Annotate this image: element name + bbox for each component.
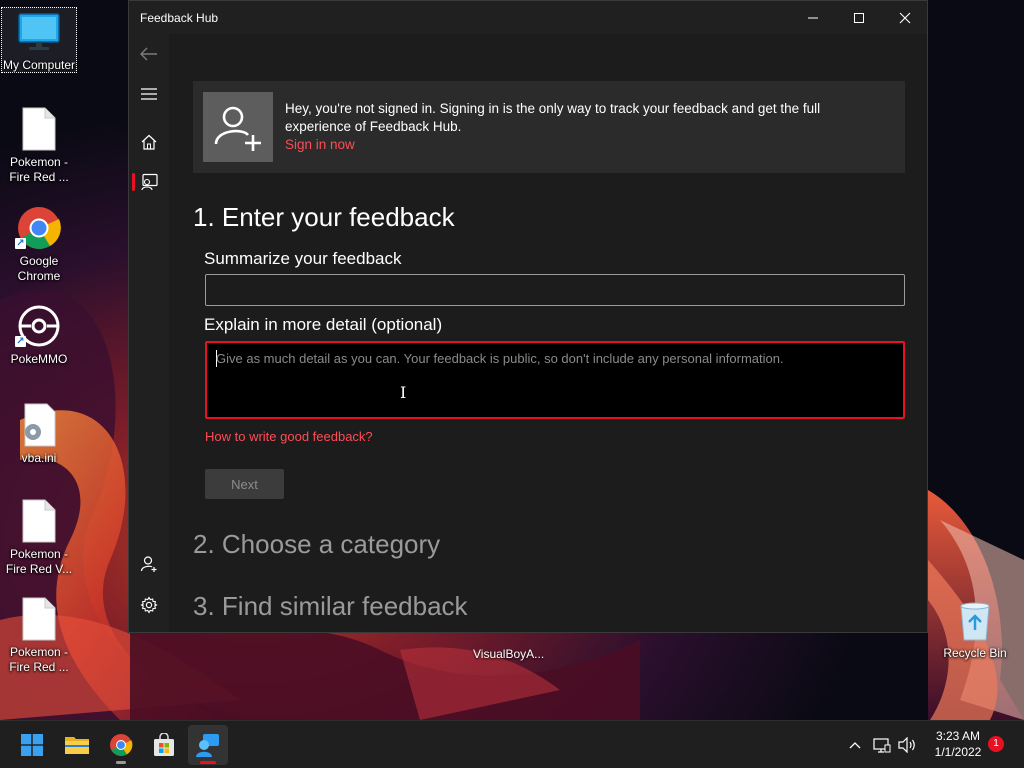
running-indicator (116, 761, 126, 764)
add-person-avatar-icon (203, 92, 273, 162)
feedback-icon (141, 173, 158, 191)
network-button[interactable] (872, 735, 892, 755)
add-user-icon (140, 556, 157, 572)
taskbar-file-explorer[interactable] (57, 725, 97, 765)
folder-icon (65, 737, 89, 754)
minimize-icon (808, 17, 818, 18)
maximize-icon (854, 12, 864, 23)
back-button[interactable] (129, 36, 169, 72)
summary-label: Summarize your feedback (204, 249, 402, 268)
titlebar[interactable]: Feedback Hub (129, 1, 927, 34)
notification-badge[interactable]: 1 (988, 736, 1004, 752)
monitor-icon (2, 8, 76, 56)
navigation-rail (129, 34, 169, 632)
next-button[interactable]: Next (205, 469, 284, 499)
desktop-icon-google-chrome[interactable]: ↗ Google Chrome (1, 204, 77, 284)
desktop-icon-label: Pokemon - Fire Red ... (9, 645, 69, 674)
speaker-icon (898, 737, 915, 753)
detail-placeholder: Give as much detail as you can. Your fee… (216, 351, 784, 366)
desktop-icon-my-computer[interactable]: My Computer (1, 7, 77, 73)
taskbar-chrome[interactable] (101, 725, 141, 765)
taskbar (0, 720, 1024, 768)
summary-input[interactable] (205, 274, 905, 306)
detail-label: Explain in more detail (optional) (204, 315, 443, 334)
desktop-icon-pokemon-fire-red-1[interactable]: Pokemon - Fire Red ... (1, 105, 77, 185)
volume-button[interactable] (897, 735, 917, 755)
clock-date: 1/1/2022 (934, 745, 982, 759)
window-title: Feedback Hub (140, 11, 219, 25)
chrome-icon (110, 734, 133, 756)
recycle-bin-icon (937, 596, 1013, 644)
desktop-icon-label: PokeMMO (10, 352, 68, 366)
close-button[interactable] (882, 1, 927, 34)
taskbar-store[interactable] (144, 725, 184, 765)
ibeam-cursor-icon: I (400, 383, 407, 402)
settings-file-icon (1, 401, 77, 449)
help-link[interactable]: How to write good feedback? (205, 429, 373, 444)
pokeball-icon: ↗ (1, 302, 77, 350)
desktop-icon-label: vba.ini (21, 451, 57, 465)
windows-logo-icon (21, 734, 43, 756)
hamburger-menu-button[interactable] (129, 76, 169, 112)
desktop-icon-label: Google Chrome (17, 254, 61, 283)
network-icon (873, 738, 891, 753)
nav-feedback[interactable] (129, 164, 169, 200)
desktop-icon-vba-ini[interactable]: vba.ini (1, 401, 77, 466)
running-indicator (200, 761, 216, 764)
desktop-icon-label: My Computer (2, 58, 76, 72)
feedback-content: Hey, you're not signed in. Signing in is… (169, 34, 927, 632)
shortcut-arrow-icon: ↗ (15, 238, 26, 249)
desktop-icon-pokemon-fire-red-v[interactable]: Pokemon - Fire Red V... (1, 497, 77, 577)
step3-heading[interactable]: 3. Find similar feedback (193, 591, 468, 622)
home-icon (141, 134, 157, 150)
signin-link[interactable]: Sign in now (285, 137, 355, 152)
desktop-icon-label: Pokemon - Fire Red V... (5, 547, 73, 576)
desktop-icon-label: Pokemon - Fire Red ... (9, 155, 69, 184)
chevron-up-icon (849, 742, 861, 749)
nav-home[interactable] (129, 124, 169, 160)
store-icon (154, 733, 174, 756)
taskbar-feedback-hub[interactable] (188, 725, 228, 765)
desktop-icon-label: Recycle Bin (943, 646, 1007, 660)
gear-icon (140, 596, 158, 614)
step2-heading[interactable]: 2. Choose a category (193, 529, 440, 560)
hamburger-icon (141, 88, 157, 100)
close-icon (899, 12, 911, 23)
shortcut-arrow-icon: ↗ (15, 336, 26, 347)
show-hidden-icons-button[interactable] (845, 735, 865, 755)
minimize-button[interactable] (790, 1, 836, 34)
step1-heading: 1. Enter your feedback (193, 202, 455, 232)
taskbar-clock[interactable]: 3:23 AM 1/1/2022 (928, 728, 988, 760)
maximize-button[interactable] (836, 1, 882, 34)
start-button[interactable] (12, 725, 52, 765)
signin-banner: Hey, you're not signed in. Signing in is… (193, 81, 905, 173)
back-arrow-icon (140, 47, 157, 61)
nav-account[interactable] (129, 546, 169, 582)
desktop-label-visualboy[interactable]: VisualBoyA... (473, 647, 544, 661)
file-icon (1, 105, 77, 153)
file-icon (1, 595, 77, 643)
desktop-icon-pokemon-fire-red-2[interactable]: Pokemon - Fire Red ... (1, 595, 77, 675)
desktop-icon-recycle-bin[interactable]: Recycle Bin (937, 596, 1013, 661)
feedback-hub-window: Feedback Hub Hey, you're not signed in. … (128, 0, 928, 633)
signin-message: Hey, you're not signed in. Signing in is… (285, 101, 821, 134)
file-icon (1, 497, 77, 545)
detail-textarea[interactable]: Give as much detail as you can. Your fee… (205, 341, 905, 419)
chrome-icon: ↗ (1, 204, 77, 252)
clock-time: 3:23 AM (935, 729, 981, 743)
desktop-icon-pokemmo[interactable]: ↗ PokeMMO (1, 302, 77, 367)
feedback-hub-icon (196, 734, 219, 757)
nav-settings[interactable] (129, 587, 169, 623)
